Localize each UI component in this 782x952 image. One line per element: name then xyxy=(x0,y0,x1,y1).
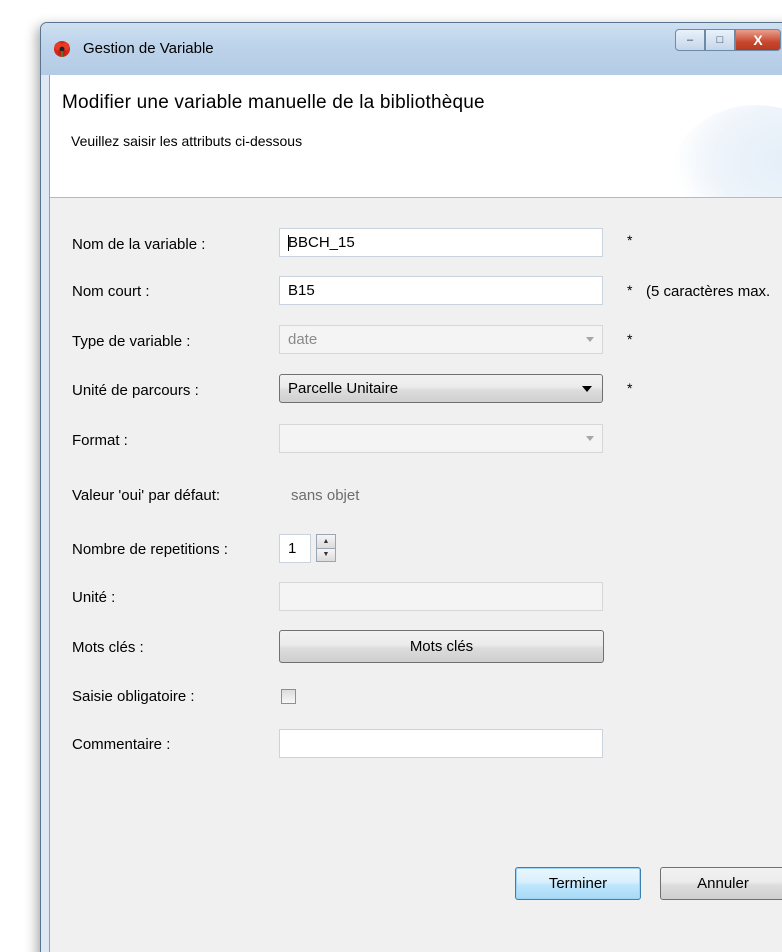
minimize-button[interactable]: – xyxy=(675,29,705,51)
nom-court-input[interactable]: B15 xyxy=(279,276,603,305)
terminer-button[interactable]: Terminer xyxy=(515,867,641,900)
unite-parcours-label: Unité de parcours : xyxy=(72,382,199,399)
type-variable-label: Type de variable : xyxy=(72,333,191,350)
type-variable-combo: date xyxy=(279,325,603,354)
unite-parcours-select[interactable]: Parcelle Unitaire xyxy=(279,374,603,403)
nom-court-label: Nom court : xyxy=(72,283,150,300)
chevron-down-icon xyxy=(586,337,594,342)
page-subtitle: Veuillez saisir les attributs ci-dessous xyxy=(71,133,303,149)
wizard-header: Modifier une variable manuelle de la bib… xyxy=(50,75,782,198)
maximize-icon: □ xyxy=(716,34,724,46)
mots-cles-button-label: Mots clés xyxy=(409,638,474,655)
maximize-button[interactable]: □ xyxy=(705,29,735,51)
required-marker: * xyxy=(627,232,633,248)
required-marker: * xyxy=(627,380,633,396)
text-caret xyxy=(288,235,289,251)
repetitions-label: Nombre de repetitions : xyxy=(72,541,228,558)
chevron-down-icon: ▼ xyxy=(322,551,330,559)
minimize-icon: – xyxy=(686,34,694,46)
close-button[interactable]: X xyxy=(735,29,781,51)
repetitions-stepper: ▲ ▼ xyxy=(316,534,336,562)
window-controls: – □ X xyxy=(675,29,781,55)
repetitions-input[interactable]: 1 xyxy=(279,534,311,563)
close-icon: X xyxy=(753,32,763,48)
header-decoration xyxy=(671,105,782,197)
title-bar[interactable]: Gestion de Variable – □ X xyxy=(41,23,782,75)
nom-variable-input[interactable]: BBCH_15 xyxy=(279,228,603,257)
repetitions-value: 1 xyxy=(288,540,297,557)
nom-court-value: B15 xyxy=(288,282,315,299)
nom-variable-value: BBCH_15 xyxy=(288,234,355,251)
format-combo xyxy=(279,424,603,453)
decrement-button[interactable]: ▼ xyxy=(316,548,336,562)
required-marker: * xyxy=(627,282,633,298)
terminer-button-label: Terminer xyxy=(548,875,608,892)
valeur-oui-label: Valeur 'oui' par défaut: xyxy=(72,487,221,504)
dialog-body: Modifier une variable manuelle de la bib… xyxy=(49,75,782,952)
unite-label: Unité : xyxy=(72,589,116,606)
nom-variable-label: Nom de la variable : xyxy=(72,236,206,253)
annuler-button[interactable]: Annuler xyxy=(660,867,782,900)
type-variable-value: date xyxy=(288,331,318,348)
required-marker: * xyxy=(627,331,633,347)
nom-court-hint: (5 caractères max. xyxy=(646,283,771,300)
chevron-up-icon: ▲ xyxy=(322,537,330,545)
saisie-obligatoire-label: Saisie obligatoire : xyxy=(72,688,195,705)
mots-cles-label: Mots clés : xyxy=(72,639,144,656)
window-title: Gestion de Variable xyxy=(83,40,214,57)
saisie-obligatoire-checkbox[interactable] xyxy=(281,689,296,704)
poppy-app-icon xyxy=(54,41,70,57)
commentaire-input[interactable] xyxy=(279,729,603,758)
unite-input xyxy=(279,582,603,611)
mots-cles-button[interactable]: Mots clés xyxy=(279,630,604,663)
annuler-button-label: Annuler xyxy=(697,875,749,892)
chevron-down-icon xyxy=(582,386,592,392)
increment-button[interactable]: ▲ xyxy=(316,534,336,549)
chevron-down-icon xyxy=(586,436,594,441)
valeur-oui-value: sans objet xyxy=(291,487,360,504)
unite-parcours-value: Parcelle Unitaire xyxy=(288,380,399,397)
commentaire-label: Commentaire : xyxy=(72,736,171,753)
format-label: Format : xyxy=(72,432,128,449)
page-title: Modifier une variable manuelle de la bib… xyxy=(62,92,485,113)
screen: Gestion de Variable – □ X Modifier une v… xyxy=(0,0,782,952)
dialog-window: Gestion de Variable – □ X Modifier une v… xyxy=(40,22,782,952)
